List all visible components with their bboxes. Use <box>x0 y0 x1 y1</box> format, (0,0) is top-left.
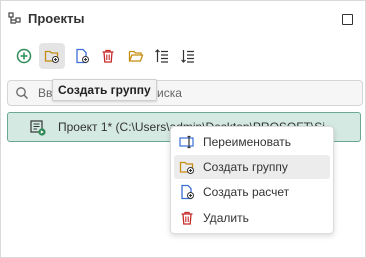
menu-item-create-group[interactable]: Создать группу <box>174 155 330 179</box>
maximize-icon[interactable] <box>342 14 353 25</box>
menu-item-create-calculation[interactable]: Создать расчет <box>174 180 330 204</box>
folder-add-icon <box>44 50 59 63</box>
projects-panel: Проекты Введите текст для поиска Создать… <box>0 0 366 258</box>
trash-icon <box>179 210 195 226</box>
folder-add-icon <box>179 159 195 175</box>
folder-open-icon <box>128 50 144 62</box>
menu-item-label: Создать группу <box>203 160 288 174</box>
panel-header: Проекты <box>1 1 365 35</box>
menu-item-label: Переименовать <box>203 135 291 149</box>
create-calculation-button[interactable] <box>69 43 95 69</box>
sort-ascending-icon <box>155 49 168 63</box>
plus-circle-icon <box>16 48 32 64</box>
open-folder-button[interactable] <box>123 43 149 69</box>
trash-icon <box>102 49 114 63</box>
sort-ascending-button[interactable] <box>149 43 175 69</box>
sort-descending-icon <box>181 50 194 63</box>
delete-button[interactable] <box>95 43 121 69</box>
menu-item-label: Удалить <box>203 211 249 225</box>
project-calc-icon <box>30 120 46 141</box>
menu-item-label: Создать расчет <box>203 185 290 199</box>
sort-descending-button[interactable] <box>175 43 201 69</box>
file-add-icon <box>76 48 89 64</box>
project-tree-icon <box>8 12 22 26</box>
menu-item-delete[interactable]: Удалить <box>174 206 330 230</box>
rename-icon <box>179 134 195 150</box>
file-add-icon <box>179 184 195 200</box>
context-menu: Переименовать Создать группу Создать рас… <box>170 126 334 234</box>
add-button[interactable] <box>11 43 37 69</box>
panel-title: Проекты <box>28 11 85 26</box>
menu-item-rename[interactable]: Переименовать <box>174 130 330 154</box>
search-icon <box>15 86 29 105</box>
create-group-tooltip: Создать группу <box>52 79 157 101</box>
create-group-button[interactable] <box>39 43 65 69</box>
